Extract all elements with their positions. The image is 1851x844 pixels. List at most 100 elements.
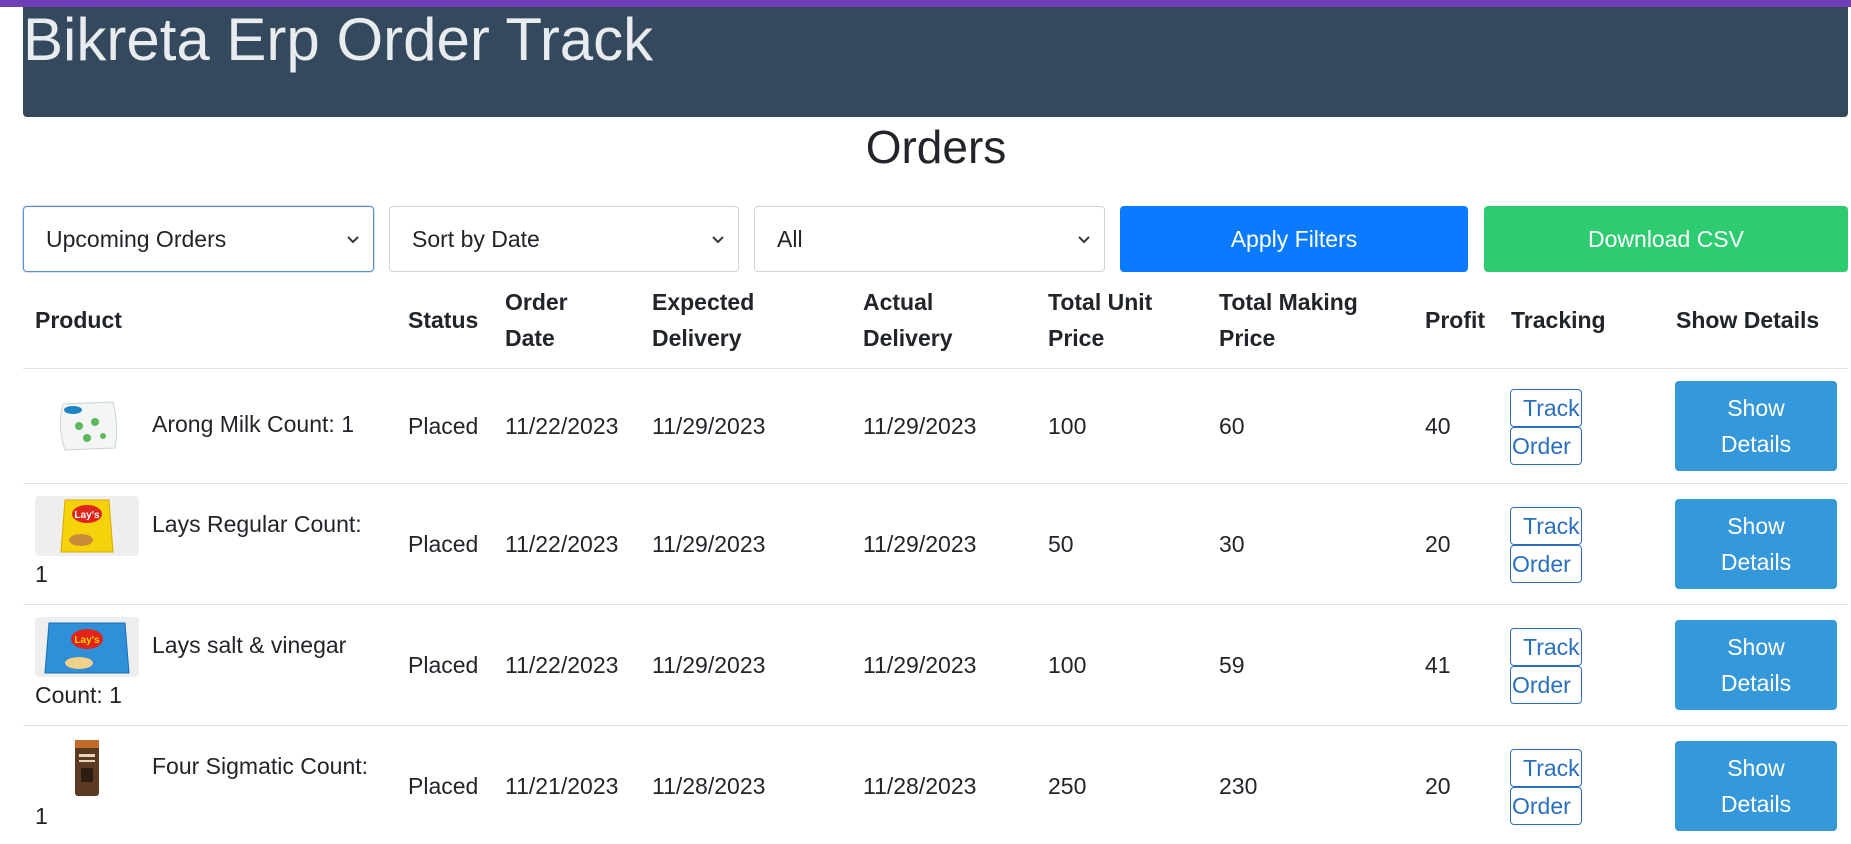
product-name: Lays Regular Count: [152, 511, 362, 537]
svg-text:Lay's: Lay's [74, 635, 100, 646]
profit-cell: 40 [1425, 413, 1451, 439]
column-header-product: Product [35, 307, 122, 333]
column-header-expected-line1: Expected [652, 289, 755, 315]
category-value: All [777, 225, 803, 252]
sort-value: Sort by Date [412, 225, 540, 252]
product-thumbnail-milk [35, 396, 139, 456]
app-title: Bikreta Erp Order Track [23, 6, 654, 73]
profit-cell: 20 [1425, 773, 1451, 799]
sort-select[interactable]: Sort by Date [389, 206, 739, 272]
column-header-show-details: Show Details [1676, 307, 1820, 333]
track-order-line2: Order [1510, 545, 1582, 583]
track-order-line1: Track [1510, 507, 1582, 545]
actual-delivery-cell: 11/29/2023 [863, 531, 977, 557]
profit-cell: 41 [1425, 652, 1451, 678]
column-header-unit-line2: Price [1048, 325, 1105, 351]
page-title: Orders [865, 121, 1007, 173]
column-header-making-line2: Price [1219, 325, 1276, 351]
actual-delivery-cell: 11/29/2023 [863, 652, 977, 678]
product-thumbnail-lays-regular: Lay's [35, 496, 139, 556]
column-header-order-date-line2: Date [505, 325, 555, 351]
column-header-actual-line1: Actual [863, 289, 934, 315]
show-details-line1: Show [1727, 634, 1785, 660]
show-details-line1: Show [1727, 513, 1785, 539]
chevron-down-icon [712, 236, 724, 244]
show-details-line2: Details [1720, 431, 1792, 457]
column-header-making-line1: Total Making [1219, 289, 1358, 315]
show-details-button[interactable]: Show Details [1675, 381, 1837, 471]
show-details-line1: Show [1727, 755, 1785, 781]
order-date-cell: 11/22/2023 [505, 531, 619, 557]
product-name-continued: 1 [35, 561, 48, 587]
making-price-cell: 230 [1219, 773, 1258, 799]
making-price-cell: 59 [1219, 652, 1245, 678]
status-cell: Placed [408, 773, 479, 799]
column-header-unit-line1: Total Unit [1048, 289, 1153, 315]
row-divider [23, 725, 1848, 726]
product-thumbnail-four-sigmatic [35, 738, 139, 798]
product-name: Four Sigmatic Count: [152, 753, 369, 779]
profit-cell: 20 [1425, 531, 1451, 557]
track-order-link[interactable]: Track Order [1510, 628, 1582, 704]
column-header-status: Status [408, 307, 479, 333]
expected-delivery-cell: 11/29/2023 [652, 413, 766, 439]
column-header-tracking: Tracking [1511, 307, 1606, 333]
order-date-cell: 11/22/2023 [505, 652, 619, 678]
column-header-actual-delivery: Actual Delivery [863, 284, 953, 356]
show-details-button[interactable]: Show Details [1675, 620, 1837, 710]
unit-price-cell: 250 [1048, 773, 1087, 799]
app-header: Bikreta Erp Order Track [23, 7, 1848, 117]
track-order-line1: Track [1510, 389, 1582, 427]
track-order-line1: Track [1510, 749, 1582, 787]
actual-delivery-cell: 11/28/2023 [863, 773, 977, 799]
product-name-continued: Count: 1 [35, 682, 122, 708]
column-header-total-making-price: Total Making Price [1219, 284, 1358, 356]
row-divider [23, 483, 1848, 484]
column-header-profit: Profit [1425, 307, 1486, 333]
order-date-cell: 11/21/2023 [505, 773, 619, 799]
show-details-line1: Show [1727, 395, 1785, 421]
column-header-order-date: Order Date [505, 284, 568, 356]
column-header-total-unit-price: Total Unit Price [1048, 284, 1152, 356]
actual-delivery-cell: 11/29/2023 [863, 413, 977, 439]
expected-delivery-cell: 11/29/2023 [652, 531, 766, 557]
show-details-line2: Details [1720, 549, 1792, 575]
download-csv-button[interactable]: Download CSV [1484, 206, 1848, 272]
product-name: Arong Milk Count: 1 [152, 411, 354, 437]
unit-price-cell: 100 [1048, 413, 1087, 439]
unit-price-cell: 50 [1048, 531, 1074, 557]
show-details-line2: Details [1720, 791, 1792, 817]
expected-delivery-cell: 11/29/2023 [652, 652, 766, 678]
track-order-link[interactable]: Track Order [1510, 389, 1582, 465]
track-order-line2: Order [1510, 427, 1582, 465]
track-order-line2: Order [1510, 666, 1582, 704]
column-header-expected-delivery: Expected Delivery [652, 284, 754, 356]
expected-delivery-cell: 11/28/2023 [652, 773, 766, 799]
status-cell: Placed [408, 413, 479, 439]
product-name-continued: 1 [35, 803, 48, 829]
status-cell: Placed [408, 531, 479, 557]
category-select[interactable]: All [754, 206, 1105, 272]
product-name: Lays salt & vinegar [152, 632, 347, 658]
track-order-link[interactable]: Track Order [1510, 749, 1582, 825]
chevron-down-icon [1078, 236, 1090, 244]
unit-price-cell: 100 [1048, 652, 1087, 678]
apply-filters-button[interactable]: Apply Filters [1120, 206, 1468, 272]
making-price-cell: 60 [1219, 413, 1245, 439]
show-details-button[interactable]: Show Details [1675, 499, 1837, 589]
track-order-line1: Track [1510, 628, 1582, 666]
order-date-cell: 11/22/2023 [505, 413, 619, 439]
track-order-link[interactable]: Track Order [1510, 507, 1582, 583]
show-details-button[interactable]: Show Details [1675, 741, 1837, 831]
order-type-value: Upcoming Orders [46, 225, 227, 252]
status-cell: Placed [408, 652, 479, 678]
order-type-select[interactable]: Upcoming Orders [23, 206, 374, 272]
row-divider [23, 368, 1848, 369]
product-thumbnail-lays-salt-vinegar: Lay's [35, 617, 139, 677]
column-header-order-date-line1: Order [505, 289, 568, 315]
making-price-cell: 30 [1219, 531, 1245, 557]
svg-text:Lay's: Lay's [74, 510, 100, 521]
filter-bar: Upcoming Orders Sort by Date All Apply F… [0, 206, 1851, 272]
row-divider [23, 604, 1848, 605]
column-header-actual-line2: Delivery [863, 325, 953, 351]
